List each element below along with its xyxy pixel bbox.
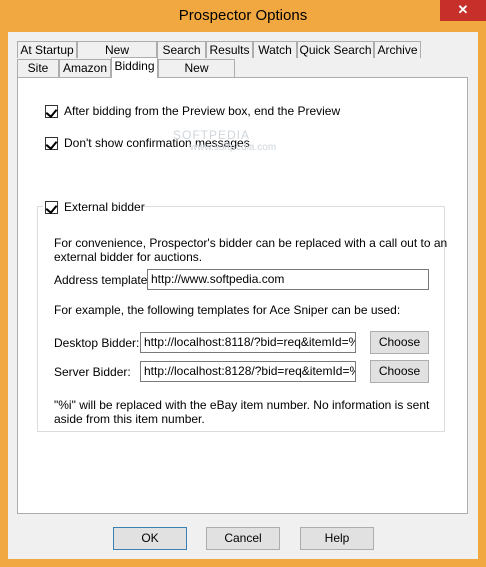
watermark-logo: SOFTPEDIA <box>173 128 251 142</box>
close-icon: ✕ <box>457 2 469 17</box>
tab-amazon[interactable]: Amazon <box>59 59 111 77</box>
example-text: For example, the following templates for… <box>54 303 401 317</box>
tab-archive[interactable]: Archive <box>374 41 421 58</box>
options-window: Prospector Options ✕ At Startup New Sear… <box>0 0 486 567</box>
help-button[interactable]: Help <box>300 527 374 550</box>
tab-at-startup[interactable]: At Startup <box>17 41 77 58</box>
address-template-input[interactable]: http://www.softpedia.com <box>147 269 429 290</box>
close-button[interactable]: ✕ <box>440 0 486 21</box>
address-template-label: Address template: <box>54 273 151 287</box>
intro-line-2: external bidder for auctions. <box>54 250 203 264</box>
server-bidder-input[interactable]: http://localhost:8128/?bid=req&itemId=%i <box>140 361 356 382</box>
tab-results[interactable]: Results <box>206 41 253 58</box>
checkmark-icon <box>45 137 58 151</box>
server-choose-button[interactable]: Choose <box>370 360 429 383</box>
window-title: Prospector Options <box>178 7 308 24</box>
external-bidder-checkbox[interactable] <box>45 201 58 215</box>
intro-line-1: For convenience, Prospector's bidder can… <box>54 236 448 250</box>
end-preview-label[interactable]: After bidding from the Preview box, end … <box>64 104 340 118</box>
watermark-url: www.softpedia.com <box>190 142 277 153</box>
title-bar[interactable]: Prospector Options ✕ <box>0 0 486 32</box>
tab-new-windows[interactable]: New Windows <box>158 59 235 91</box>
checkmark-icon <box>45 105 58 119</box>
note-line-1: "%i" will be replaced with the eBay item… <box>54 398 430 412</box>
no-confirm-checkbox[interactable] <box>45 137 58 151</box>
desktop-choose-button[interactable]: Choose <box>370 331 429 354</box>
tab-watch[interactable]: Watch <box>253 41 297 58</box>
external-bidder-group: For convenience, Prospector's bidder can… <box>37 206 448 432</box>
external-bidder-label[interactable]: External bidder <box>64 200 145 214</box>
dialog-client-area: At Startup New Searches Search Results W… <box>8 32 478 559</box>
tab-bidding[interactable]: Bidding <box>111 57 158 78</box>
bidding-panel: After bidding from the Preview box, end … <box>17 77 468 514</box>
cancel-button[interactable]: Cancel <box>206 527 280 550</box>
tab-search[interactable]: Search <box>157 41 206 58</box>
note-line-2: aside from this item number. <box>54 412 205 426</box>
tab-new-searches[interactable]: New Searches <box>77 41 157 73</box>
desktop-bidder-input[interactable]: http://localhost:8118/?bid=req&itemId=%i <box>140 332 356 353</box>
ok-button[interactable]: OK <box>113 527 187 550</box>
server-bidder-label: Server Bidder: <box>54 365 131 379</box>
tab-quick-search[interactable]: Quick Search <box>297 41 374 58</box>
desktop-bidder-label: Desktop Bidder: <box>54 336 140 350</box>
tab-site[interactable]: Site <box>17 59 59 77</box>
checkmark-icon <box>45 201 58 215</box>
end-preview-checkbox[interactable] <box>45 105 58 119</box>
